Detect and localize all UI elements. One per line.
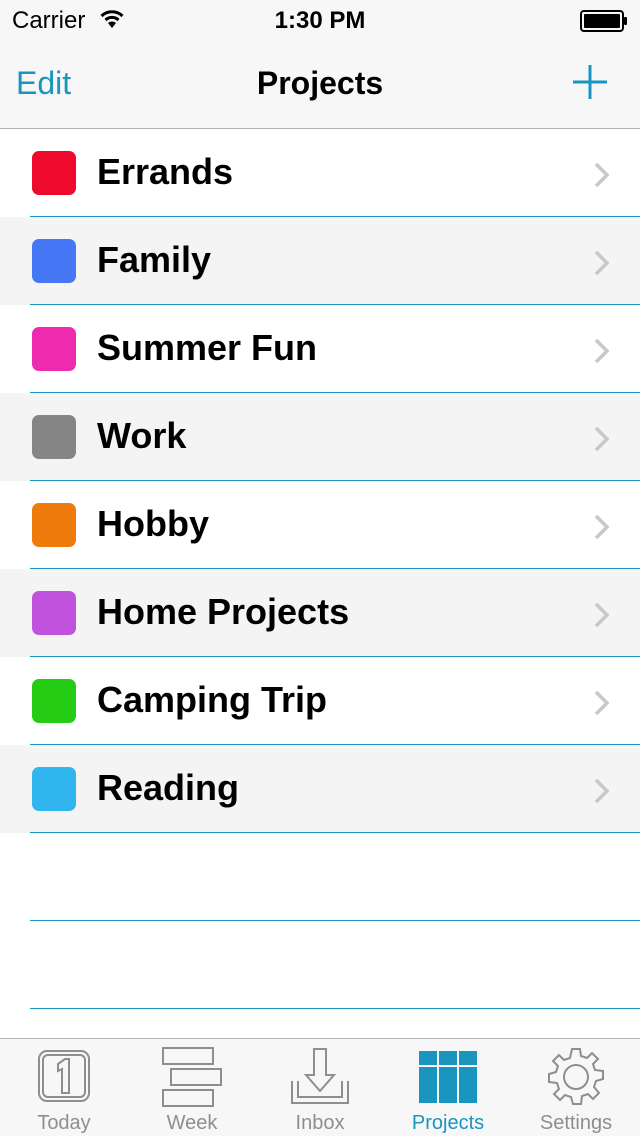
tab-label: Inbox [295, 1112, 345, 1134]
chevron-right-icon [594, 690, 610, 716]
projects-grid-icon [419, 1051, 477, 1103]
week-icon [162, 1047, 222, 1107]
project-row-home-projects[interactable]: Home Projects [0, 569, 640, 657]
empty-row [0, 921, 640, 1009]
plus-icon[interactable] [570, 62, 610, 102]
tab-label: Settings [539, 1112, 613, 1134]
chevron-right-icon [594, 338, 610, 364]
tab-label: Today [37, 1112, 91, 1134]
project-label: Summer Fun [97, 327, 318, 368]
project-list: Errands Family Summer Fun Work Hobby Home Pro… [0, 129, 640, 1009]
edit-button[interactable]: Edit [16, 65, 71, 102]
clock: 1:30 PM [274, 7, 366, 34]
project-color-swatch [32, 327, 76, 371]
empty-row [0, 833, 640, 921]
chevron-right-icon [594, 778, 610, 804]
project-color-swatch [32, 679, 76, 723]
tab-label: Projects [411, 1112, 485, 1134]
project-row-camping-trip[interactable]: Camping Trip [0, 657, 640, 745]
navigation-bar: Edit Projects [0, 40, 640, 129]
tab-projects[interactable]: Projects [384, 1039, 512, 1136]
project-label: Home Projects [97, 591, 350, 632]
gear-icon [548, 1048, 604, 1105]
chevron-right-icon [594, 426, 610, 452]
tab-inbox[interactable]: Inbox [256, 1039, 384, 1136]
project-color-swatch [32, 415, 76, 459]
project-label: Family [97, 239, 212, 280]
tab-settings[interactable]: Settings [512, 1039, 640, 1136]
project-row-reading[interactable]: Reading [0, 745, 640, 833]
battery-icon [580, 10, 627, 32]
chevron-right-icon [594, 250, 610, 276]
project-color-swatch [32, 503, 76, 547]
calendar-day-icon [38, 1050, 90, 1102]
chevron-right-icon [594, 162, 610, 188]
tab-label: Week [166, 1112, 218, 1134]
inbox-icon [291, 1048, 349, 1104]
tab-today[interactable]: Today [0, 1039, 128, 1136]
project-row-work[interactable]: Work [0, 393, 640, 481]
project-label: Work [97, 415, 187, 456]
tab-bar: Today Week Inbox Projects Settings [0, 1038, 640, 1136]
status-bar: Carrier 1:30 PM [0, 0, 640, 40]
project-row-summer-fun[interactable]: Summer Fun [0, 305, 640, 393]
project-label: Reading [97, 767, 240, 808]
project-color-swatch [32, 151, 76, 195]
page-title: Projects [256, 65, 384, 101]
project-label: Errands [97, 151, 234, 192]
project-row-hobby[interactable]: Hobby [0, 481, 640, 569]
row-separator [30, 1008, 640, 1009]
project-row-errands[interactable]: Errands [0, 129, 640, 217]
project-row-family[interactable]: Family [0, 217, 640, 305]
chevron-right-icon [594, 514, 610, 540]
project-label: Hobby [97, 503, 209, 544]
project-label: Camping Trip [97, 679, 328, 720]
project-color-swatch [32, 767, 76, 811]
project-color-swatch [32, 239, 76, 283]
tab-week[interactable]: Week [128, 1039, 256, 1136]
chevron-right-icon [594, 602, 610, 628]
project-color-swatch [32, 591, 76, 635]
